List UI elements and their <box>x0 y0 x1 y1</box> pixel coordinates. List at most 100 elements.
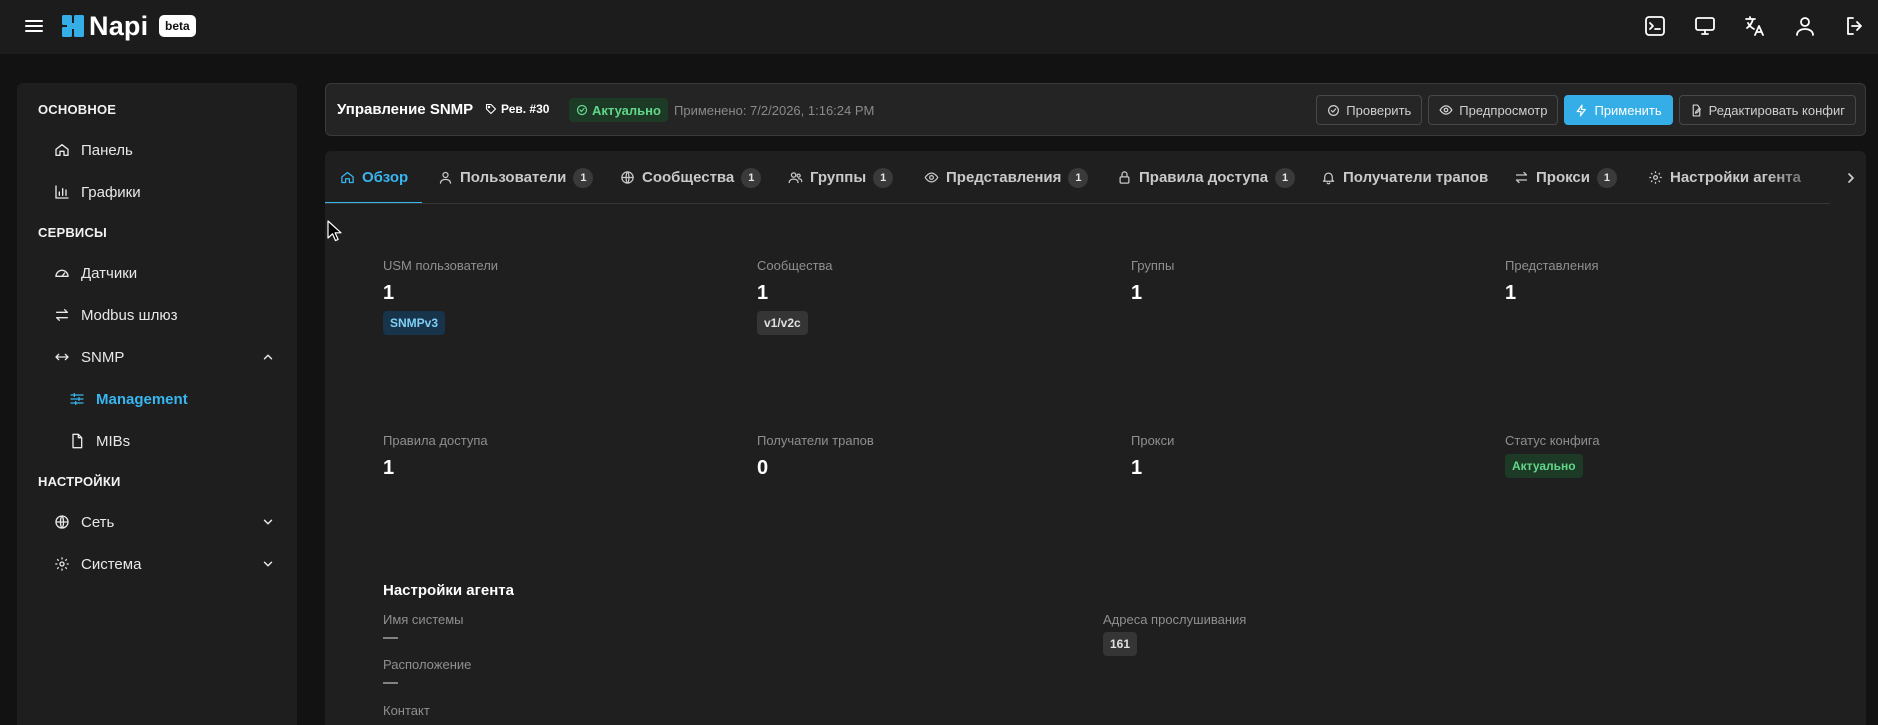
lock-icon <box>1117 170 1132 185</box>
active-tab-indicator <box>325 202 422 203</box>
gauge-icon <box>53 264 71 282</box>
tab-label: Прокси <box>1536 169 1590 186</box>
sidebar-item-label: Система <box>81 555 142 573</box>
stat-label-views: Представления <box>1505 258 1599 273</box>
check-button-label: Проверить <box>1346 102 1412 118</box>
tab-users[interactable]: Пользователи 1 <box>438 151 594 203</box>
globe-icon <box>620 170 635 185</box>
user-icon <box>438 170 453 185</box>
stat-label-usm-users: USM пользователи <box>383 258 499 273</box>
sidebar-item-label: Панель <box>81 141 133 159</box>
sidebar-item-network[interactable]: Сеть <box>53 506 283 538</box>
file-icon <box>68 432 86 450</box>
user-icon[interactable] <box>1792 13 1818 39</box>
logo-text: Napi <box>89 11 149 41</box>
v1v2c-tag: v1/v2c <box>757 311 808 335</box>
apply-button-label: Применить <box>1594 102 1662 118</box>
config-status-badge: Актуально <box>1505 454 1583 478</box>
sidebar-item-charts[interactable]: Графики <box>53 176 283 208</box>
tab-groups[interactable]: Группы 1 <box>788 151 894 203</box>
tab-count-badge: 1 <box>1275 167 1296 188</box>
home-icon <box>53 141 71 159</box>
gear-icon <box>1648 170 1663 185</box>
agent-settings-title: Настройки агента <box>383 582 514 599</box>
check-button[interactable]: Проверить <box>1316 95 1423 125</box>
arrows-horizontal-icon <box>53 348 71 366</box>
beta-badge: beta <box>159 15 196 37</box>
edit-config-button[interactable]: Редактировать конфиг <box>1678 95 1856 125</box>
status-badge: Актуально <box>569 98 668 122</box>
sidebar-item-modbus[interactable]: Modbus шлюз <box>53 299 283 331</box>
tab-overview[interactable]: Обзор <box>340 151 409 203</box>
tab-label: Обзор <box>362 169 409 186</box>
tag-icon <box>485 103 497 115</box>
logo-mark-icon <box>61 14 85 38</box>
chevron-right-icon[interactable] <box>1843 170 1859 186</box>
location-label: Расположение <box>383 657 472 672</box>
tab-label: Сообщества <box>642 169 735 186</box>
page-header: Управление SNMP Рев. #30 Актуально Приме… <box>325 83 1866 136</box>
chevron-down-icon[interactable] <box>261 557 275 571</box>
mouse-cursor-icon <box>327 220 343 242</box>
bell-icon <box>1321 170 1336 185</box>
stat-value-proxy: 1 <box>1131 457 1143 479</box>
system-name-value: — <box>383 629 398 646</box>
sidebar-item-label: MIBs <box>96 432 131 450</box>
check-circle-icon <box>576 104 588 116</box>
contact-label: Контакт <box>383 703 430 718</box>
sidebar-item-label: Modbus шлюз <box>81 306 178 324</box>
listen-addresses-label: Адреса прослушивания <box>1103 612 1247 627</box>
globe-icon <box>53 513 71 531</box>
stat-value-usm-users: 1 <box>383 282 395 304</box>
check-circle-icon <box>1327 104 1340 117</box>
tab-views[interactable]: Представления 1 <box>924 151 1089 203</box>
sidebar-item-mibs[interactable]: MIBs <box>68 425 283 457</box>
tab-access-rules[interactable]: Правила доступа 1 <box>1117 151 1296 203</box>
gear-icon <box>53 555 71 573</box>
chevron-down-icon[interactable] <box>261 515 275 529</box>
terminal-icon[interactable] <box>1642 13 1668 39</box>
swap-icon <box>1514 170 1529 185</box>
stat-value-trap-receivers: 0 <box>757 457 769 479</box>
preview-button[interactable]: Предпросмотр <box>1428 95 1559 125</box>
chevron-up-icon[interactable] <box>261 350 275 364</box>
stat-label-proxy: Прокси <box>1131 433 1175 448</box>
sidebar-section-main: ОСНОВНОЕ <box>38 102 117 117</box>
sidebar-item-management[interactable]: Management <box>68 383 283 415</box>
listen-address-tag: 161 <box>1103 632 1138 656</box>
sidebar-item-dashboard[interactable]: Панель <box>53 134 283 166</box>
status-text: Актуально <box>592 102 661 118</box>
apply-button[interactable]: Применить <box>1564 95 1673 125</box>
stat-value-communities: 1 <box>757 282 769 304</box>
sidebar-item-label: Management <box>96 390 188 408</box>
logout-icon[interactable] <box>1842 13 1868 39</box>
translate-icon[interactable] <box>1742 13 1768 39</box>
tab-overflow-fade <box>1765 151 1830 203</box>
logo[interactable]: Napi <box>61 11 148 41</box>
sidebar-item-snmp[interactable]: SNMP <box>53 341 283 373</box>
content-panel: Обзор Пользователи 1 Сообщества 1 Группы… <box>325 151 1866 725</box>
menu-icon[interactable] <box>22 14 46 38</box>
eye-icon <box>924 170 939 185</box>
sliders-icon <box>68 390 86 408</box>
tab-count-badge: 1 <box>1068 167 1089 188</box>
tab-label: Представления <box>946 169 1062 186</box>
stat-value-groups: 1 <box>1131 282 1143 304</box>
sidebar-item-label: Графики <box>81 183 141 201</box>
bolt-icon <box>1575 103 1588 117</box>
stat-value-views: 1 <box>1505 282 1517 304</box>
stat-label-communities: Сообщества <box>757 258 833 273</box>
monitor-icon[interactable] <box>1692 13 1718 39</box>
users-icon <box>788 170 803 185</box>
sidebar-item-label: Датчики <box>81 264 138 282</box>
tab-trap-receivers[interactable]: Получатели трапов <box>1321 151 1488 203</box>
tab-communities[interactable]: Сообщества 1 <box>620 151 762 203</box>
page-title: Управление SNMP <box>337 101 474 118</box>
tab-label: Группы <box>810 169 867 186</box>
sidebar-item-sensors[interactable]: Датчики <box>53 257 283 289</box>
edit-config-button-label: Редактировать конфиг <box>1708 102 1845 118</box>
applied-timestamp: Применено: 7/2/2026, 1:16:24 PM <box>674 103 875 118</box>
sidebar-item-system[interactable]: Система <box>53 548 283 580</box>
stat-label-groups: Группы <box>1131 258 1175 273</box>
tab-proxy[interactable]: Прокси 1 <box>1514 151 1617 203</box>
